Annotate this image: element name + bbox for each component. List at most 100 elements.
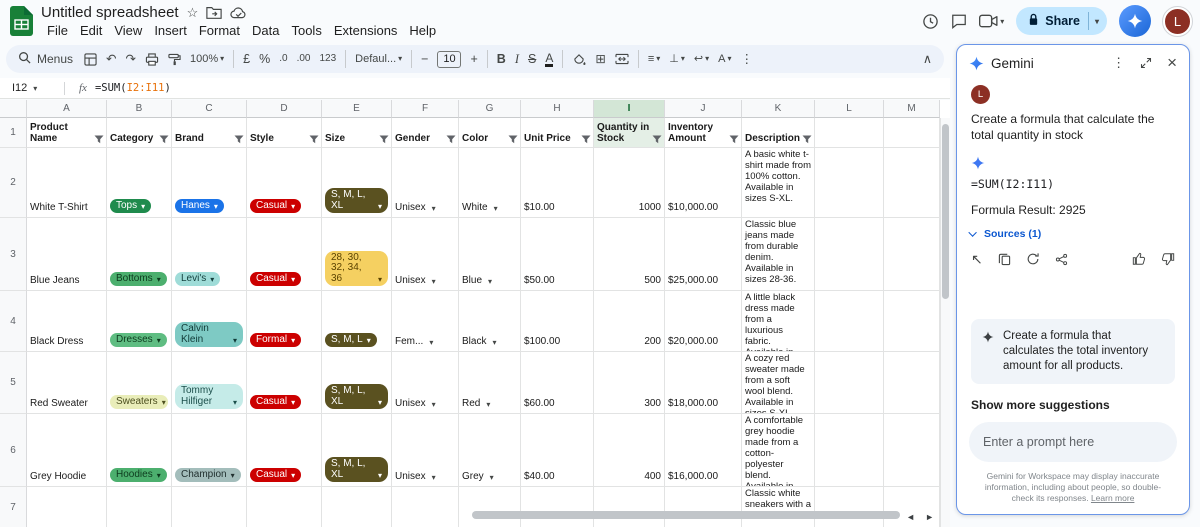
cell-C3[interactable]: Levi's▾: [172, 218, 247, 291]
cell-D6[interactable]: Casual▾: [247, 414, 322, 487]
cell-K7[interactable]: Classic white sneakers with a comfortabl…: [742, 487, 815, 527]
cell-F7[interactable]: [392, 487, 459, 527]
expand-icon[interactable]: [1140, 57, 1152, 69]
borders-icon[interactable]: ⊞: [595, 53, 605, 66]
cell-D3[interactable]: Casual▾: [247, 218, 322, 291]
cell-E6[interactable]: S, M, L, XL▾: [322, 414, 392, 487]
text-wrap-button[interactable]: ↩▾: [694, 54, 709, 65]
filter-icon[interactable]: [508, 135, 518, 144]
move-folder-icon[interactable]: [206, 6, 222, 19]
cell-B3[interactable]: Bottoms▾: [107, 218, 172, 291]
dropdown-chip[interactable]: Tops▾: [110, 199, 151, 214]
dropdown-chip[interactable]: S, M, L▾: [325, 333, 377, 348]
cell-L3[interactable]: [815, 218, 884, 291]
cell-K4[interactable]: A little black dress made from a luxurio…: [742, 291, 815, 352]
column-header-J[interactable]: J: [665, 100, 742, 118]
account-avatar[interactable]: L: [1163, 7, 1192, 36]
menu-help[interactable]: Help: [403, 22, 442, 39]
meet-icon[interactable]: ▾: [979, 14, 1004, 28]
cell-I6[interactable]: 400: [594, 414, 665, 487]
redo-icon[interactable]: ↷: [126, 53, 136, 66]
cell-B7[interactable]: [107, 487, 172, 527]
filter-icon[interactable]: [234, 135, 244, 144]
close-icon[interactable]: ×: [1167, 56, 1177, 70]
text-color-button[interactable]: A: [545, 52, 553, 67]
dropdown-chip[interactable]: Hoodies▾: [110, 468, 167, 483]
cell-J2[interactable]: $10,000.00: [665, 148, 742, 218]
cell-L2[interactable]: [815, 148, 884, 218]
menu-insert[interactable]: Insert: [148, 22, 193, 39]
cell-J1[interactable]: Inventory Amount: [665, 118, 742, 148]
cell-A7[interactable]: [27, 487, 107, 527]
cell-M6[interactable]: [884, 414, 940, 487]
cell-F6[interactable]: Unisex▾: [392, 414, 459, 487]
column-header-B[interactable]: B: [107, 100, 172, 118]
menu-data[interactable]: Data: [246, 22, 285, 39]
dropdown-chip[interactable]: Levi's▾: [175, 272, 220, 287]
increase-decimal-button[interactable]: .00: [297, 54, 311, 64]
cell-G7[interactable]: [459, 487, 521, 527]
column-header-M[interactable]: M: [884, 100, 940, 118]
filter-icon[interactable]: [802, 135, 812, 144]
name-box[interactable]: I12 ▾: [0, 82, 58, 94]
cell-E1[interactable]: Size: [322, 118, 392, 148]
cell-H1[interactable]: Unit Price: [521, 118, 594, 148]
decrease-font-size-button[interactable]: −: [421, 53, 428, 66]
vertical-align-button[interactable]: ⊥▾: [669, 54, 685, 65]
column-header-D[interactable]: D: [247, 100, 322, 118]
text-rotation-button[interactable]: A▾: [718, 54, 731, 65]
cell-H4[interactable]: $100.00: [521, 291, 594, 352]
cell-H6[interactable]: $40.00: [521, 414, 594, 487]
cell-J6[interactable]: $16,000.00: [665, 414, 742, 487]
column-header-H[interactable]: H: [521, 100, 594, 118]
cell-A3[interactable]: Blue Jeans: [27, 218, 107, 291]
zoom-select[interactable]: 100%▾: [190, 54, 224, 65]
merge-cells-icon[interactable]: [615, 53, 629, 65]
dropdown-chip[interactable]: Casual▾: [250, 468, 301, 483]
prompt-input[interactable]: Enter a prompt here: [969, 422, 1177, 462]
cell-H5[interactable]: $60.00: [521, 352, 594, 414]
cell-J7[interactable]: [665, 487, 742, 527]
cell-D1[interactable]: Style: [247, 118, 322, 148]
cell-A5[interactable]: Red Sweater: [27, 352, 107, 414]
cell-J4[interactable]: $20,000.00: [665, 291, 742, 352]
row-header-1[interactable]: 1: [0, 118, 27, 148]
print-icon[interactable]: [145, 53, 159, 66]
cell-L7[interactable]: [815, 487, 884, 527]
cell-K6[interactable]: A comfortable grey hoodie made from a co…: [742, 414, 815, 487]
bold-button[interactable]: B: [497, 53, 506, 66]
dropdown-chip[interactable]: Casual▾: [250, 272, 301, 287]
row-header-2[interactable]: 2: [0, 148, 27, 218]
cell-A6[interactable]: Grey Hoodie: [27, 414, 107, 487]
cell-I7[interactable]: [594, 487, 665, 527]
cell-F5[interactable]: Unisex▾: [392, 352, 459, 414]
cell-M4[interactable]: [884, 291, 940, 352]
cell-A2[interactable]: White T-Shirt: [27, 148, 107, 218]
cell-I5[interactable]: 300: [594, 352, 665, 414]
cell-I1[interactable]: Quantity in Stock: [594, 118, 665, 148]
cell-L5[interactable]: [815, 352, 884, 414]
cell-H3[interactable]: $50.00: [521, 218, 594, 291]
menu-tools[interactable]: Tools: [285, 22, 327, 39]
currency-format-button[interactable]: £: [243, 53, 250, 66]
cell-I4[interactable]: 200: [594, 291, 665, 352]
column-header-C[interactable]: C: [172, 100, 247, 118]
copy-icon[interactable]: [998, 252, 1011, 266]
undo-icon[interactable]: ↶: [106, 53, 116, 66]
gemini-button[interactable]: [1119, 5, 1151, 37]
sources-toggle[interactable]: Sources (1): [971, 228, 1175, 240]
sheets-logo-icon[interactable]: [10, 6, 33, 41]
column-header-A[interactable]: A: [27, 100, 107, 118]
column-header-F[interactable]: F: [392, 100, 459, 118]
cell-F3[interactable]: Unisex▾: [392, 218, 459, 291]
column-header-G[interactable]: G: [459, 100, 521, 118]
cell-C2[interactable]: Hanes▾: [172, 148, 247, 218]
decrease-decimal-button[interactable]: .0: [279, 54, 287, 64]
scrollbar-thumb[interactable]: [942, 124, 949, 299]
scroll-left-icon[interactable]: ◄: [906, 512, 915, 522]
select-all-corner[interactable]: [0, 100, 27, 118]
filter-icon[interactable]: [379, 135, 389, 144]
paint-format-icon[interactable]: [168, 53, 181, 66]
cell-G4[interactable]: Black▾: [459, 291, 521, 352]
row-header-5[interactable]: 5: [0, 352, 27, 414]
